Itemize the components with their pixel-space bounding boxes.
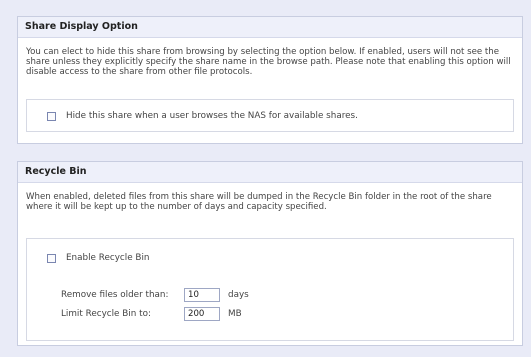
recycle-bin-panel: Recycle Bin When enabled, deleted files … [17,161,523,346]
limit-recycle-label: Limit Recycle Bin to: [61,309,151,319]
enable-recycle-row[interactable]: Enable Recycle Bin [47,253,149,263]
recycle-bin-description: When enabled, deleted files from this sh… [26,192,492,212]
share-display-options-box: Hide this share when a user browses the … [26,99,514,132]
remove-days-input[interactable] [184,288,220,302]
share-display-panel: Share Display Option You can elect to hi… [17,16,523,144]
share-display-title: Share Display Option [18,17,522,38]
limit-size-input[interactable] [184,307,220,321]
hide-share-row[interactable]: Hide this share when a user browses the … [47,111,358,121]
recycle-bin-title: Recycle Bin [18,162,522,183]
recycle-bin-options-box: Enable Recycle Bin Remove files older th… [26,238,514,341]
enable-recycle-checkbox[interactable] [47,253,56,263]
remove-files-label: Remove files older than: [61,290,169,300]
hide-share-label: Hide this share when a user browses the … [66,111,358,121]
remove-files-row: Remove files older than: days [61,288,249,302]
enable-recycle-label: Enable Recycle Bin [66,253,150,263]
hide-share-checkbox[interactable] [47,111,56,121]
remove-days-unit: days [228,290,249,300]
limit-recycle-row: Limit Recycle Bin to: MB [61,307,242,321]
limit-size-unit: MB [228,309,242,319]
share-display-description: You can elect to hide this share from br… [26,47,511,77]
